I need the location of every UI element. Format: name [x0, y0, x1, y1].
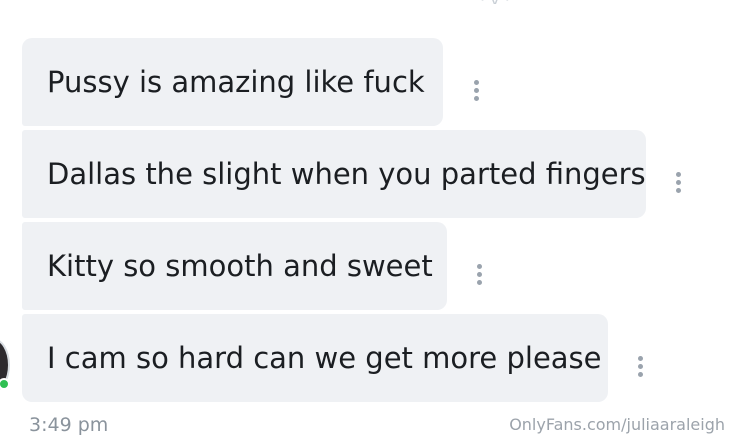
message-bubble[interactable]: I cam so hard can we get more please [22, 314, 608, 402]
message-bubble[interactable]: Pussy is amazing like fuck [22, 38, 443, 126]
message-text: Pussy is amazing like fuck [47, 65, 425, 99]
message-bubble[interactable]: Kitty so smooth and sweet [22, 222, 447, 310]
watermark-text: OnlyFans.com/juliaaraleigh [509, 415, 725, 434]
message-text: Dallas the slight when you parted finger… [47, 157, 646, 191]
cropped-header-fragment: · y · [480, 0, 540, 4]
message-timestamp: 3:49 pm [29, 414, 109, 436]
message-menu-icon[interactable] [469, 260, 489, 288]
message-bubble[interactable]: Dallas the slight when you parted finger… [22, 130, 646, 218]
online-status-indicator [0, 378, 10, 390]
message-text: Kitty so smooth and sweet [47, 249, 433, 283]
message-menu-icon[interactable] [630, 352, 650, 380]
message-text: I cam so hard can we get more please [47, 341, 602, 375]
message-menu-icon[interactable] [668, 168, 688, 196]
message-menu-icon[interactable] [466, 76, 486, 104]
